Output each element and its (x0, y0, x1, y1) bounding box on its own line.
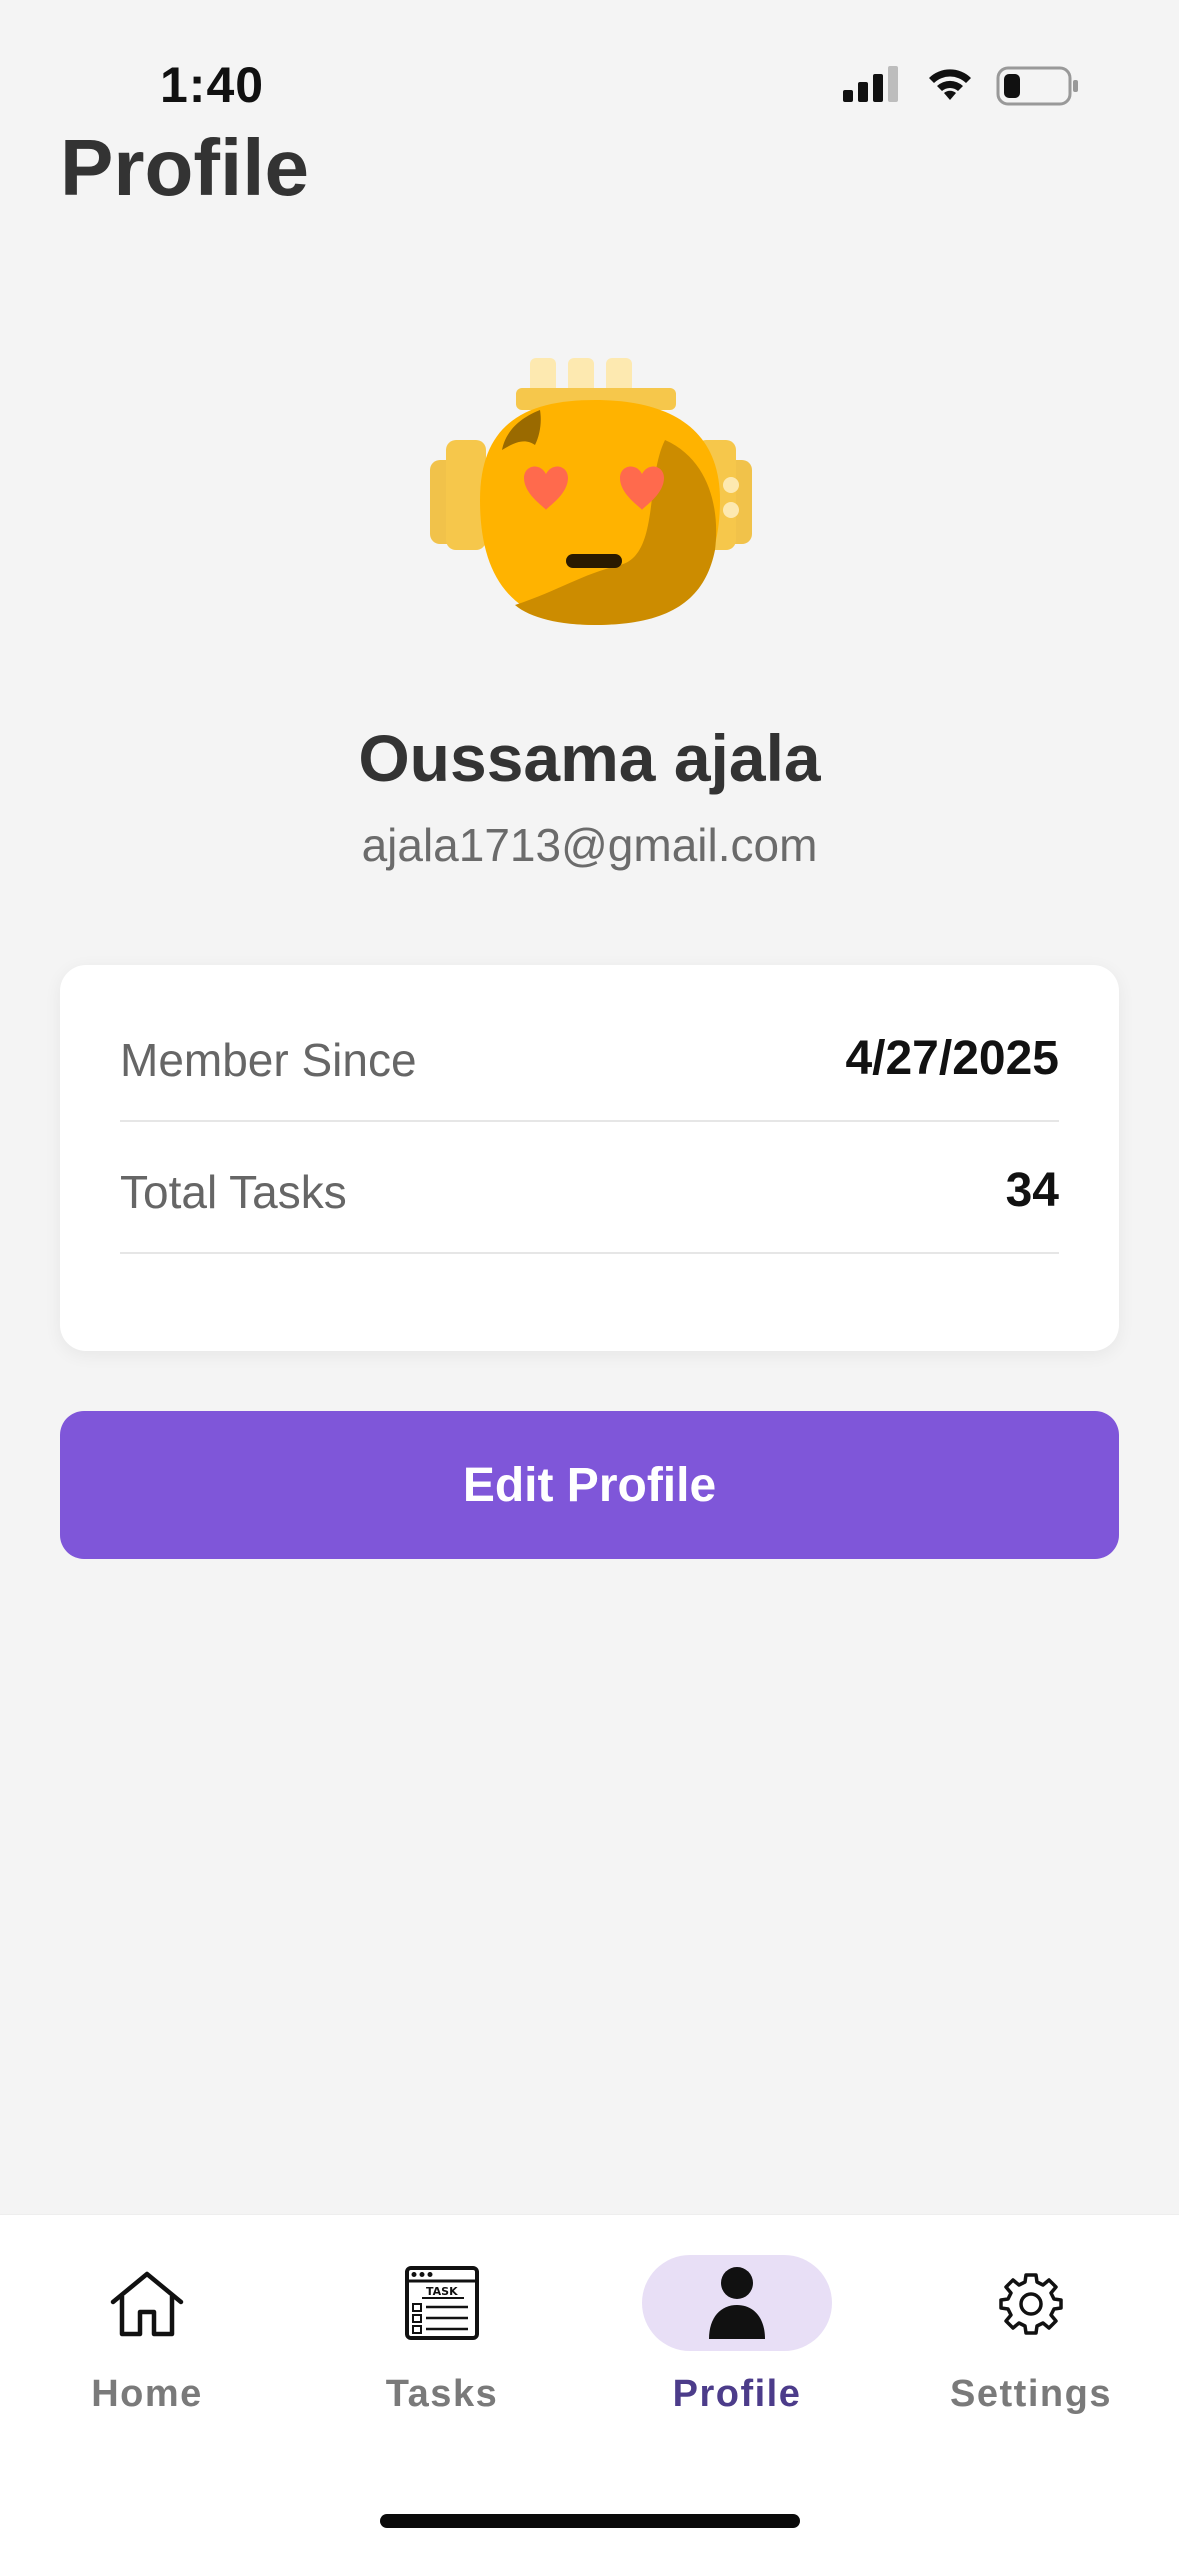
person-icon (642, 2255, 832, 2351)
bottom-nav: Home TASK Tasks Profile Settings (0, 2214, 1179, 2556)
tab-tasks-label: Tasks (385, 2373, 499, 2415)
status-time: 1:40 (160, 57, 265, 113)
battery-icon (996, 66, 1080, 111)
tasks-icon: TASK (347, 2255, 537, 2351)
total-tasks-row: Total Tasks 34 (120, 1122, 1059, 1254)
signal-icon (843, 66, 901, 107)
user-email: ajala1713@gmail.com (361, 819, 818, 871)
total-tasks-value: 34 (1005, 1164, 1059, 1217)
member-since-value: 4/27/2025 (845, 1032, 1059, 1085)
wifi-icon (925, 64, 975, 107)
tab-settings-label: Settings (950, 2373, 1112, 2415)
tab-settings[interactable]: Settings (911, 2255, 1151, 2435)
status-bar: 1:40 (0, 0, 1179, 130)
total-tasks-label: Total Tasks (120, 1166, 347, 1218)
svg-text:TASK: TASK (426, 2285, 458, 2298)
profile-info-card: Member Since 4/27/2025 Total Tasks 34 (60, 965, 1119, 1351)
page-title: Profile (60, 123, 309, 212)
gear-icon (936, 2255, 1126, 2351)
tab-profile[interactable]: Profile (617, 2255, 857, 2435)
tab-profile-label: Profile (672, 2373, 802, 2415)
member-since-label: Member Since (120, 1034, 417, 1086)
user-name: Oussama ajala (358, 721, 821, 795)
member-since-row: Member Since 4/27/2025 (120, 990, 1059, 1122)
robot-heart-eyes-avatar-icon (430, 358, 752, 625)
home-indicator (380, 2514, 800, 2528)
tab-home-label: Home (91, 2373, 203, 2415)
tab-tasks[interactable]: TASK Tasks (322, 2255, 562, 2435)
edit-profile-button[interactable]: Edit Profile (60, 1411, 1119, 1559)
avatar[interactable] (420, 350, 770, 650)
home-icon (52, 2255, 242, 2351)
tab-home[interactable]: Home (27, 2255, 267, 2435)
